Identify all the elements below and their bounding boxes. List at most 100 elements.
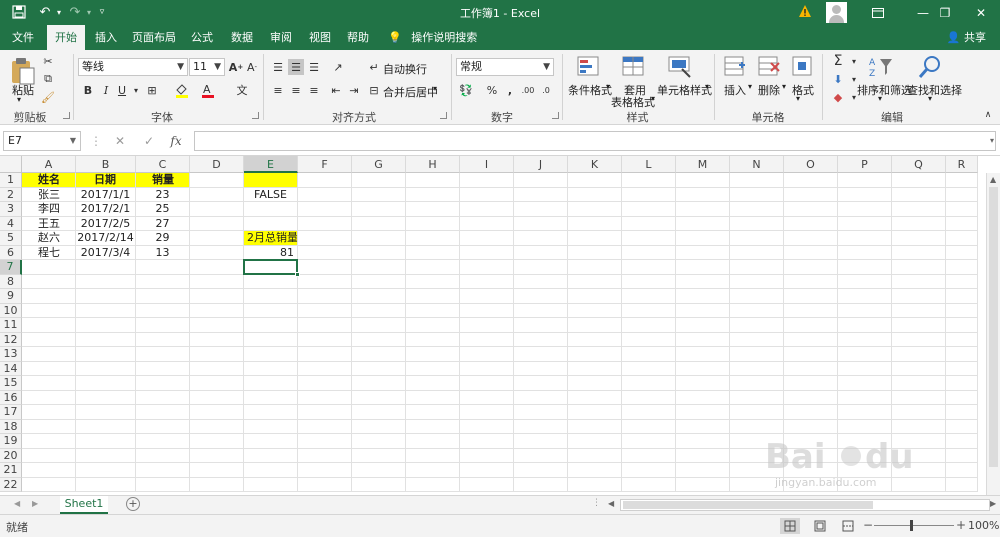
cell-h16[interactable] [406, 390, 460, 405]
cell-h11[interactable] [406, 318, 460, 333]
cell-k5[interactable] [568, 231, 622, 246]
sort-filter-button[interactable]: 排序和筛选 [857, 82, 912, 98]
cell-p18[interactable] [838, 419, 892, 434]
column-header-f[interactable]: F [298, 156, 352, 173]
cell-a1[interactable]: 姓名 [22, 173, 76, 188]
cell-p13[interactable] [838, 347, 892, 362]
cell-e22[interactable] [244, 477, 298, 492]
insert-dropdown-icon[interactable]: ▾ [748, 82, 752, 91]
cell-a2[interactable]: 张三 [22, 187, 76, 202]
cell-r15[interactable] [946, 376, 978, 391]
format-painter-icon[interactable]: 🖌 [40, 89, 56, 105]
cell-j4[interactable] [514, 216, 568, 231]
cell-c20[interactable] [136, 448, 190, 463]
cell-b6[interactable]: 2017/3/4 [76, 245, 136, 260]
cell-a6[interactable]: 程七 [22, 245, 76, 260]
cell-h10[interactable] [406, 303, 460, 318]
cell-g12[interactable] [352, 332, 406, 347]
cell-o7[interactable] [784, 260, 838, 275]
cell-d15[interactable] [190, 376, 244, 391]
cell-b14[interactable] [76, 361, 136, 376]
cell-h9[interactable] [406, 289, 460, 304]
tab-file[interactable]: 文件 [8, 25, 38, 50]
cell-a5[interactable]: 赵六 [22, 231, 76, 246]
format-as-table-icon[interactable] [622, 55, 646, 79]
cell-q2[interactable] [892, 187, 946, 202]
increase-decimal-icon[interactable]: .00 [520, 82, 536, 98]
cell-m3[interactable] [676, 202, 730, 217]
cell-f11[interactable] [298, 318, 352, 333]
cell-r11[interactable] [946, 318, 978, 333]
cell-b2[interactable]: 2017/1/1 [76, 187, 136, 202]
cell-g17[interactable] [352, 405, 406, 420]
find-select-dropdown-icon[interactable]: ▾ [928, 94, 932, 103]
font-launcher-icon[interactable] [252, 112, 259, 119]
cell-i20[interactable] [460, 448, 514, 463]
cell-a3[interactable]: 李四 [22, 202, 76, 217]
cell-n21[interactable] [730, 463, 784, 478]
align-bottom-icon[interactable]: ☰ [306, 59, 322, 75]
cell-n20[interactable] [730, 448, 784, 463]
cell-r17[interactable] [946, 405, 978, 420]
cell-d13[interactable] [190, 347, 244, 362]
cell-o22[interactable] [784, 477, 838, 492]
cell-g6[interactable] [352, 245, 406, 260]
cell-i22[interactable] [460, 477, 514, 492]
cell-c16[interactable] [136, 390, 190, 405]
cell-m12[interactable] [676, 332, 730, 347]
cell-l9[interactable] [622, 289, 676, 304]
percent-button[interactable]: % [484, 82, 500, 98]
cell-o17[interactable] [784, 405, 838, 420]
zoom-slider-thumb[interactable] [910, 520, 913, 531]
cell-d21[interactable] [190, 463, 244, 478]
cell-b18[interactable] [76, 419, 136, 434]
cell-k21[interactable] [568, 463, 622, 478]
cell-m15[interactable] [676, 376, 730, 391]
cell-f15[interactable] [298, 376, 352, 391]
cell-b4[interactable]: 2017/2/5 [76, 216, 136, 231]
column-header-n[interactable]: N [730, 156, 784, 173]
row-header-22[interactable]: 22 [0, 477, 22, 492]
cell-n19[interactable] [730, 434, 784, 449]
cell-f21[interactable] [298, 463, 352, 478]
cell-q17[interactable] [892, 405, 946, 420]
copy-icon[interactable]: ⧉ [40, 71, 56, 87]
ribbon-display-icon[interactable] [855, 0, 901, 25]
cell-r4[interactable] [946, 216, 978, 231]
row-header-21[interactable]: 21 [0, 463, 22, 478]
cell-i4[interactable] [460, 216, 514, 231]
cell-l3[interactable] [622, 202, 676, 217]
cell-n11[interactable] [730, 318, 784, 333]
cell-k8[interactable] [568, 274, 622, 289]
cell-h4[interactable] [406, 216, 460, 231]
cell-n13[interactable] [730, 347, 784, 362]
cell-h22[interactable] [406, 477, 460, 492]
cell-g21[interactable] [352, 463, 406, 478]
cell-n5[interactable] [730, 231, 784, 246]
column-header-m[interactable]: M [676, 156, 730, 173]
cell-b21[interactable] [76, 463, 136, 478]
cell-d20[interactable] [190, 448, 244, 463]
column-header-j[interactable]: J [514, 156, 568, 173]
cell-f19[interactable] [298, 434, 352, 449]
cell-q14[interactable] [892, 361, 946, 376]
cell-c2[interactable]: 23 [136, 187, 190, 202]
cell-i5[interactable] [460, 231, 514, 246]
cell-r2[interactable] [946, 187, 978, 202]
cell-f14[interactable] [298, 361, 352, 376]
cell-k9[interactable] [568, 289, 622, 304]
select-all-corner[interactable] [0, 156, 22, 173]
cell-m8[interactable] [676, 274, 730, 289]
paste-dropdown-icon[interactable]: ▾ [17, 95, 21, 104]
cell-l19[interactable] [622, 434, 676, 449]
cell-f20[interactable] [298, 448, 352, 463]
row-header-9[interactable]: 9 [0, 289, 22, 304]
tab-insert[interactable]: 插入 [92, 25, 120, 50]
cell-h17[interactable] [406, 405, 460, 420]
cell-g1[interactable] [352, 173, 406, 188]
cell-l18[interactable] [622, 419, 676, 434]
cell-h21[interactable] [406, 463, 460, 478]
row-header-10[interactable]: 10 [0, 303, 22, 318]
vertical-scroll-thumb[interactable] [989, 187, 998, 467]
cell-e11[interactable] [244, 318, 298, 333]
